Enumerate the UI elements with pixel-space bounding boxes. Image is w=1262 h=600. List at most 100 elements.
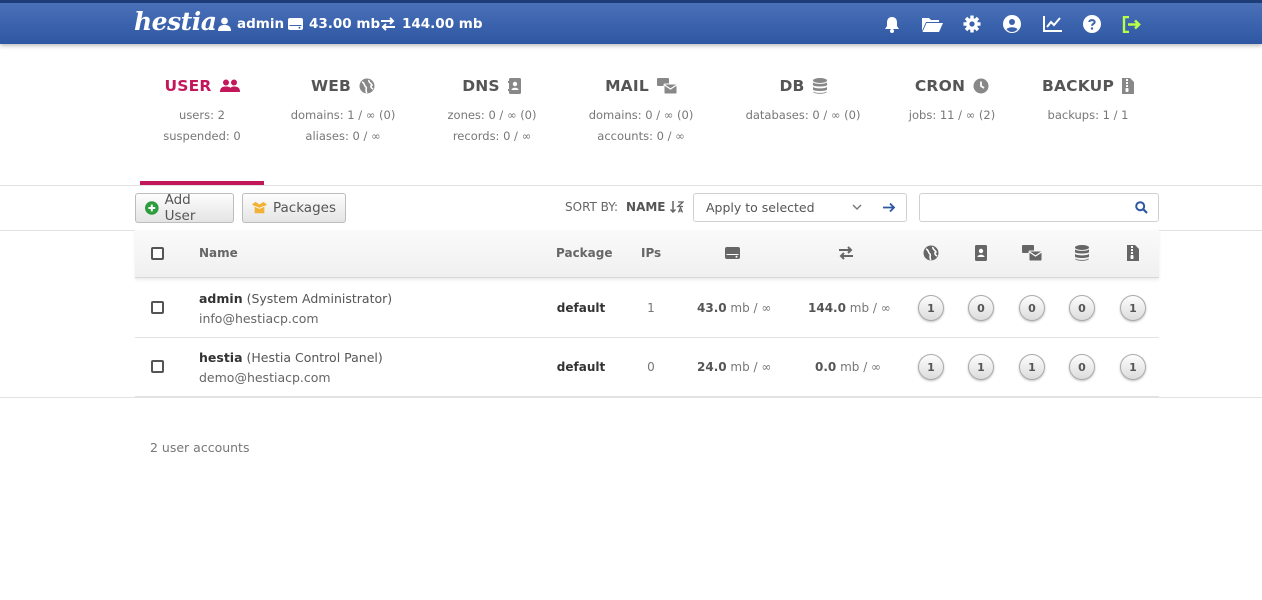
databases-count: 0 xyxy=(1069,354,1095,380)
tab-user-stat-suspended: suspended: 0 xyxy=(163,129,241,143)
tab-backup-label: BACKUP xyxy=(1041,77,1115,95)
row-checkbox[interactable] xyxy=(151,360,164,373)
tab-cron-label: CRON xyxy=(914,77,966,95)
web-domains-count: 1 xyxy=(918,295,944,321)
user-circle-icon xyxy=(1003,15,1021,33)
select-all-checkbox[interactable] xyxy=(151,247,164,260)
web-domains-count: 1 xyxy=(918,354,944,380)
sort-by-label: SORT BY: xyxy=(565,200,619,214)
bandwidth-value: 0.0 xyxy=(815,360,837,374)
user-ips: 0 xyxy=(647,360,655,374)
bandwidth-usage-value: 144.00 mb xyxy=(402,16,483,32)
plus-circle-icon xyxy=(145,201,159,215)
logout-icon xyxy=(1122,15,1141,33)
bulk-action-select[interactable]: Apply to selected xyxy=(693,193,907,222)
dns-zones-count: 0 xyxy=(968,295,994,321)
bell-icon xyxy=(885,16,899,33)
box-open-icon xyxy=(252,201,267,214)
disk-usage-value: 43.00 mb xyxy=(309,16,381,32)
databases-count: 0 xyxy=(1069,295,1095,321)
column-name[interactable]: Name xyxy=(199,246,238,260)
profile-button[interactable] xyxy=(992,13,1032,35)
tab-db-stat-databases: databases: 0 / ∞ (0) xyxy=(745,108,861,122)
database-icon xyxy=(1075,245,1089,261)
tab-backup-stat-backups: backups: 1 / 1 xyxy=(1047,108,1129,122)
gear-icon xyxy=(963,15,981,33)
mail-bulk-icon xyxy=(656,78,677,94)
address-book-icon xyxy=(507,78,521,94)
folder-open-icon xyxy=(921,18,943,32)
user-package: default xyxy=(556,301,606,315)
tab-dns-stat-zones: zones: 0 / ∞ (0) xyxy=(447,108,537,122)
database-icon xyxy=(812,78,827,94)
chevron-down-icon xyxy=(852,204,862,210)
table-bottom-divider xyxy=(0,397,1262,398)
help-button[interactable] xyxy=(1072,13,1112,35)
tab-mail-stat-domains: domains: 0 / ∞ (0) xyxy=(588,108,694,122)
user-ips: 1 xyxy=(647,301,655,315)
tab-user-stat-users: users: 2 xyxy=(179,108,225,122)
add-user-label: Add User xyxy=(164,192,196,224)
hdd-icon xyxy=(288,18,303,30)
statistics-button[interactable] xyxy=(1032,13,1072,35)
tab-cron-stat-jobs: jobs: 11 / ∞ (2) xyxy=(908,108,996,122)
tab-mail[interactable]: MAIL domains: 0 / ∞ (0) accounts: 0 / ∞ xyxy=(579,76,703,147)
add-user-button[interactable]: Add User xyxy=(135,192,234,224)
tab-dns[interactable]: DNS zones: 0 / ∞ (0) records: 0 / ∞ xyxy=(430,76,554,147)
user-disk-usage: 43.0 mb / ∞ xyxy=(697,301,771,315)
row-checkbox[interactable] xyxy=(151,301,164,314)
tab-web-stat-domains: domains: 1 / ∞ (0) xyxy=(290,108,396,122)
user-fullname: (System Administrator) xyxy=(246,291,393,306)
table-row: admin (System Administrator) info@hestia… xyxy=(135,279,1159,338)
user-disk-usage: 24.0 mb / ∞ xyxy=(697,360,771,374)
user-bandwidth-usage: 144.0 mb / ∞ xyxy=(808,301,891,315)
column-package: Package xyxy=(556,246,613,260)
search-input[interactable] xyxy=(926,197,1126,218)
file-archive-icon xyxy=(1127,245,1139,261)
sort-alpha-down-icon xyxy=(669,201,684,213)
globe-icon xyxy=(359,78,375,94)
packages-button[interactable]: Packages xyxy=(242,193,346,223)
tab-cron[interactable]: CRON jobs: 11 / ∞ (2) xyxy=(890,76,1014,126)
user-login[interactable]: admin xyxy=(199,291,243,306)
arrow-right-icon[interactable] xyxy=(883,202,896,213)
user-name[interactable]: admin (System Administrator) xyxy=(199,291,392,306)
tab-mail-stat-accounts: accounts: 0 / ∞ xyxy=(597,129,685,143)
tab-mail-label: MAIL xyxy=(605,77,649,95)
tab-db[interactable]: DB databases: 0 / ∞ (0) xyxy=(741,76,865,126)
tab-user[interactable]: USER users: 2 suspended: 0 xyxy=(140,76,264,147)
user-email: info@hestiacp.com xyxy=(199,311,319,326)
search-icon[interactable] xyxy=(1135,201,1148,214)
notifications-button[interactable] xyxy=(872,13,912,35)
dns-zones-count: 1 xyxy=(968,354,994,380)
user-package: default xyxy=(556,360,606,374)
address-book-icon xyxy=(975,245,987,261)
current-username: admin xyxy=(237,16,285,32)
bulk-action-value: Apply to selected xyxy=(706,200,815,215)
tab-db-label: DB xyxy=(779,77,805,95)
logout-button[interactable] xyxy=(1112,13,1152,35)
mail-domains-count: 1 xyxy=(1019,354,1045,380)
server-settings-button[interactable] xyxy=(952,13,992,35)
tab-user-label: USER xyxy=(164,77,212,95)
bandwidth-quota: mb / ∞ xyxy=(836,360,882,374)
user-name[interactable]: hestia (Hestia Control Panel) xyxy=(199,350,383,365)
file-manager-button[interactable] xyxy=(912,13,952,35)
mail-bulk-icon xyxy=(1022,245,1042,261)
search-box[interactable] xyxy=(919,193,1159,222)
top-navbar: hestia admin 43.00 mb 144.00 mb xyxy=(0,0,1262,44)
bandwidth-value: 144.0 xyxy=(808,301,846,315)
sort-field: NAME xyxy=(626,200,666,214)
sort-control[interactable]: SORT BY: NAME xyxy=(565,200,684,214)
hestia-logo[interactable]: hestia xyxy=(134,7,217,36)
table-header: Name Package IPs xyxy=(135,230,1159,278)
tab-backup[interactable]: BACKUP backups: 1 / 1 xyxy=(1026,76,1150,126)
user-login[interactable]: hestia xyxy=(199,350,243,365)
disk-value: 43.0 xyxy=(697,301,727,315)
mail-domains-count: 0 xyxy=(1019,295,1045,321)
backups-count: 1 xyxy=(1120,295,1146,321)
user-email: demo@hestiacp.com xyxy=(199,370,331,385)
tab-web[interactable]: WEB domains: 1 / ∞ (0) aliases: 0 / ∞ xyxy=(281,76,405,147)
file-archive-icon xyxy=(1122,78,1135,94)
current-user[interactable]: admin xyxy=(218,15,284,33)
